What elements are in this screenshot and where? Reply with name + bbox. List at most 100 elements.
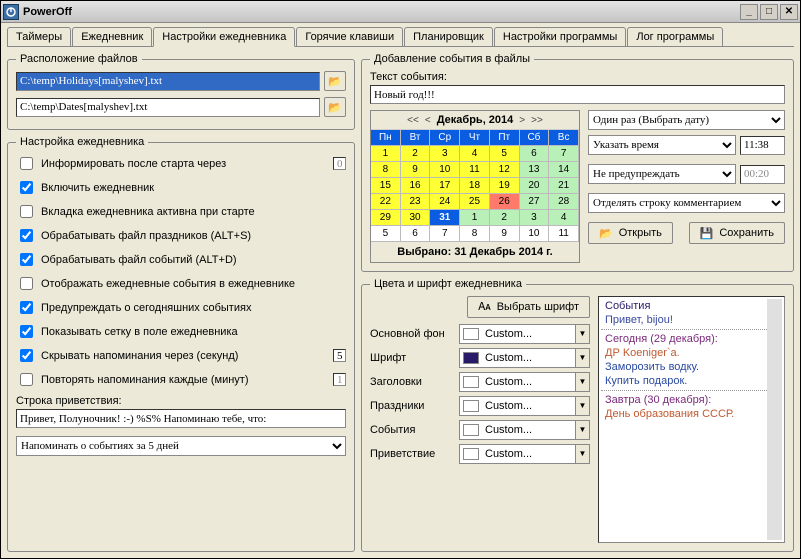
cal-day[interactable]: 25 [460, 194, 490, 210]
cal-day[interactable]: 22 [371, 194, 401, 210]
cal-day[interactable]: 2 [401, 146, 431, 162]
tab-5[interactable]: Настройки программы [494, 27, 626, 46]
cal-day[interactable]: 6 [401, 226, 431, 242]
cal-day[interactable]: 14 [549, 162, 579, 178]
sep-comment-select[interactable]: Отделять строку комментарием [588, 193, 785, 213]
tab-1[interactable]: Ежедневник [72, 27, 152, 46]
cal-day[interactable]: 7 [430, 226, 460, 242]
cal-day[interactable]: 30 [401, 210, 431, 226]
preview-line: Сегодня (29 декабря): [601, 332, 767, 346]
cal-selected: Выбрано: 31 Декабрь 2014 г. [371, 242, 579, 262]
tab-6[interactable]: Лог программы [627, 27, 723, 46]
cal-day[interactable]: 17 [430, 178, 460, 194]
close-button[interactable]: ✕ [780, 4, 798, 20]
preview-box: СобытияПривет, bijou!Сегодня (29 декабря… [598, 296, 785, 543]
opt-1-checkbox[interactable] [20, 181, 33, 194]
cal-day[interactable]: 12 [490, 162, 520, 178]
cal-day[interactable]: 16 [401, 178, 431, 194]
cal-day[interactable]: 6 [520, 146, 550, 162]
opt-8-value[interactable] [333, 349, 346, 362]
minimize-button[interactable]: _ [740, 4, 758, 20]
save-button[interactable]: 💾Сохранить [689, 222, 785, 244]
tab-3[interactable]: Горячие клавиши [296, 27, 403, 46]
cal-first-button[interactable]: << [407, 115, 419, 126]
cal-day[interactable]: 23 [401, 194, 431, 210]
cal-day[interactable]: 8 [460, 226, 490, 242]
cal-day[interactable]: 13 [520, 162, 550, 178]
cal-day[interactable]: 27 [520, 194, 550, 210]
warn-time-input[interactable] [740, 165, 785, 184]
cal-day[interactable]: 29 [371, 210, 401, 226]
opt-5-checkbox[interactable] [20, 277, 33, 290]
opt-8-checkbox[interactable] [20, 349, 33, 362]
cal-header: Вс [549, 130, 579, 146]
color-row-4-select[interactable]: Custom...▼ [459, 420, 590, 440]
cal-day[interactable]: 15 [371, 178, 401, 194]
holidays-path-input[interactable] [16, 72, 320, 91]
opt-3-checkbox[interactable] [20, 229, 33, 242]
choose-font-button[interactable]: 🗛Выбрать шрифт [467, 296, 590, 318]
cal-day[interactable]: 24 [430, 194, 460, 210]
tab-2[interactable]: Настройки ежедневника [153, 27, 295, 47]
remind-select[interactable]: Напоминать о событиях за 5 дней [16, 436, 346, 456]
color-row-2-select[interactable]: Custom...▼ [459, 372, 590, 392]
color-row-3-select[interactable]: Custom...▼ [459, 396, 590, 416]
cal-next-button[interactable]: > [519, 115, 525, 126]
add-event-legend: Добавление события в файлы [370, 53, 534, 65]
cal-day[interactable]: 10 [430, 162, 460, 178]
open-button[interactable]: 📂Открыть [588, 222, 673, 244]
opt-2-checkbox[interactable] [20, 205, 33, 218]
cal-day[interactable]: 4 [460, 146, 490, 162]
cal-day[interactable]: 5 [371, 226, 401, 242]
cal-day[interactable]: 8 [371, 162, 401, 178]
cal-day[interactable]: 3 [430, 146, 460, 162]
opt-7-checkbox[interactable] [20, 325, 33, 338]
spec-time-input[interactable] [740, 136, 785, 155]
color-row-5-select[interactable]: Custom...▼ [459, 444, 590, 464]
tab-4[interactable]: Планировщик [404, 27, 493, 46]
color-row-0-select[interactable]: Custom...▼ [459, 324, 590, 344]
cal-day[interactable]: 31 [430, 210, 460, 226]
cal-day[interactable]: 1 [460, 210, 490, 226]
file-location-legend: Расположение файлов [16, 53, 142, 65]
cal-day[interactable]: 26 [490, 194, 520, 210]
browse-dates-button[interactable]: 📂 [324, 97, 346, 117]
opt-6-checkbox[interactable] [20, 301, 33, 314]
cal-day[interactable]: 3 [520, 210, 550, 226]
color-row-1-select[interactable]: Custom...▼ [459, 348, 590, 368]
cal-day[interactable]: 4 [549, 210, 579, 226]
cal-day[interactable]: 5 [490, 146, 520, 162]
dates-path-input[interactable] [16, 98, 320, 117]
cal-day[interactable]: 21 [549, 178, 579, 194]
cal-day[interactable]: 20 [520, 178, 550, 194]
maximize-button[interactable]: □ [760, 4, 778, 20]
cal-day[interactable]: 18 [460, 178, 490, 194]
cal-day[interactable]: 7 [549, 146, 579, 162]
cal-day[interactable]: 9 [401, 162, 431, 178]
cal-day[interactable]: 11 [460, 162, 490, 178]
cal-day[interactable]: 9 [490, 226, 520, 242]
tab-0[interactable]: Таймеры [7, 27, 71, 46]
cal-day[interactable]: 2 [490, 210, 520, 226]
app-icon [3, 4, 19, 20]
warn-select[interactable]: Не предупреждать [588, 164, 736, 184]
scrollbar[interactable] [767, 299, 782, 540]
opt-9-checkbox[interactable] [20, 373, 33, 386]
cal-last-button[interactable]: >> [531, 115, 543, 126]
event-text-input[interactable] [370, 85, 785, 104]
cal-day[interactable]: 11 [549, 226, 579, 242]
cal-day[interactable]: 28 [549, 194, 579, 210]
recur-select[interactable]: Один раз (Выбрать дату) [588, 110, 785, 130]
cal-day[interactable]: 1 [371, 146, 401, 162]
file-location-group: Расположение файлов 📂 📂 [7, 53, 355, 130]
spec-time-select[interactable]: Указать время [588, 135, 736, 155]
cal-day[interactable]: 19 [490, 178, 520, 194]
cal-prev-button[interactable]: < [425, 115, 431, 126]
opt-0-checkbox[interactable] [20, 157, 33, 170]
opt-4-checkbox[interactable] [20, 253, 33, 266]
opt-0-value[interactable] [333, 157, 346, 170]
cal-day[interactable]: 10 [520, 226, 550, 242]
browse-holidays-button[interactable]: 📂 [324, 71, 346, 91]
greeting-input[interactable] [16, 409, 346, 428]
opt-9-value[interactable] [333, 373, 346, 386]
